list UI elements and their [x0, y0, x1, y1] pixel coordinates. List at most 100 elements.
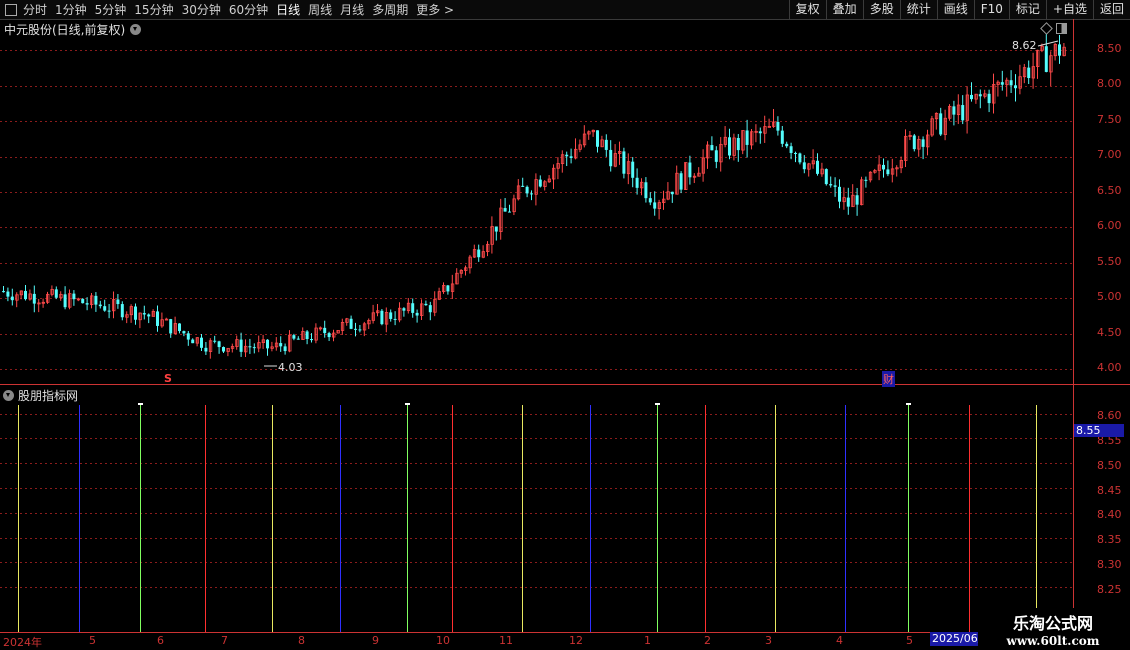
- candle-body: [283, 346, 287, 352]
- draw-line-button[interactable]: 画线: [936, 0, 974, 19]
- price-tick: 8.00: [1097, 77, 1122, 90]
- candle-body: [37, 302, 41, 305]
- candle-body: [94, 295, 98, 305]
- candle-body: [222, 347, 225, 352]
- period-tab[interactable]: 5分钟: [95, 1, 127, 18]
- period-tab[interactable]: 30分钟: [182, 1, 221, 18]
- candle-body: [398, 307, 402, 321]
- statistics-button[interactable]: 统计: [899, 0, 937, 19]
- candlestick-chart[interactable]: [0, 0, 1130, 650]
- panel-toggle-icon[interactable]: [1056, 23, 1067, 34]
- period-tab[interactable]: 分时: [23, 1, 47, 18]
- candle-body: [107, 310, 111, 312]
- candle-body: [657, 202, 661, 210]
- candle-body: [767, 126, 771, 128]
- candle-body: [785, 143, 789, 147]
- candle-body: [305, 331, 309, 340]
- candle-body: [868, 171, 873, 181]
- candle-body: [112, 299, 116, 312]
- candle-body: [917, 138, 921, 150]
- window-icon[interactable]: [5, 3, 17, 16]
- price-tick: 8.50: [1097, 42, 1122, 55]
- candle-body: [882, 164, 885, 170]
- candle-body: [763, 126, 767, 134]
- candle-body: [789, 146, 793, 153]
- candle-body: [926, 134, 930, 148]
- candle-body: [129, 306, 134, 316]
- multi-stock-button[interactable]: 多股: [862, 0, 900, 19]
- candle-body: [851, 194, 855, 208]
- candle-body: [142, 313, 146, 315]
- period-tab[interactable]: 15分钟: [134, 1, 173, 18]
- candle-body: [838, 186, 841, 202]
- chevron-down-icon[interactable]: [3, 390, 14, 401]
- candle-body: [609, 149, 613, 167]
- corner-controls: [1040, 22, 1067, 35]
- low-price-label: 4.03: [278, 361, 303, 374]
- overlay-button[interactable]: 叠加: [825, 0, 863, 19]
- period-tab[interactable]: 60分钟: [229, 1, 268, 18]
- candle-body: [635, 177, 639, 188]
- chevron-down-icon[interactable]: [130, 24, 142, 35]
- candle-body: [15, 294, 19, 301]
- candle-body: [24, 290, 27, 300]
- candle-body: [829, 184, 833, 186]
- indicator-tick: 8.25: [1097, 583, 1122, 596]
- finance-marker[interactable]: 财: [882, 371, 895, 387]
- candle-body: [596, 130, 599, 147]
- candle-body: [644, 182, 648, 199]
- candle-body: [169, 319, 173, 334]
- candle-body: [125, 314, 129, 318]
- indicator-tick: 8.30: [1097, 558, 1122, 571]
- candle-body: [670, 191, 674, 195]
- add-watchlist-button[interactable]: +自选: [1045, 0, 1093, 19]
- period-tab[interactable]: 1分钟: [55, 1, 87, 18]
- candle-body: [600, 139, 604, 148]
- candle-body: [244, 345, 248, 353]
- candle-body: [860, 179, 864, 206]
- candle-body: [534, 179, 538, 195]
- candle-body: [745, 130, 749, 145]
- period-tab-daily[interactable]: 日线: [276, 1, 300, 18]
- candle-body: [323, 327, 327, 334]
- indicator-tick-mark: [906, 403, 911, 405]
- candle-body: [604, 139, 608, 150]
- candle-body: [156, 311, 159, 326]
- candle-body: [50, 288, 54, 295]
- candle-body: [525, 186, 529, 194]
- date-tick: 5: [89, 634, 96, 647]
- candle-body: [239, 339, 243, 352]
- candle-body: [191, 339, 195, 344]
- chart-title[interactable]: 中元股份(日线,前复权): [4, 21, 142, 38]
- candle-body: [173, 323, 178, 334]
- candle-body: [613, 153, 617, 167]
- candle-body: [1036, 49, 1040, 68]
- candle-body: [147, 314, 151, 317]
- indicator-tick: 8.40: [1097, 508, 1122, 521]
- candle-body: [921, 139, 925, 147]
- candle-body: [728, 137, 731, 156]
- candle-body: [530, 193, 533, 195]
- adjust-button[interactable]: 复权: [788, 0, 826, 19]
- candle-body: [340, 321, 345, 331]
- diamond-icon[interactable]: [1040, 22, 1053, 35]
- candle-body: [472, 249, 477, 258]
- candle-body: [886, 169, 890, 175]
- price-tick: 6.00: [1097, 219, 1122, 232]
- period-tab[interactable]: 周线: [308, 1, 332, 18]
- period-tab[interactable]: 月线: [340, 1, 364, 18]
- candle-body: [420, 303, 424, 316]
- candle-body: [437, 291, 442, 300]
- mark-button[interactable]: 标记: [1008, 0, 1046, 19]
- candle-body: [873, 170, 877, 173]
- f10-button[interactable]: F10: [973, 0, 1009, 19]
- candle-body: [710, 145, 714, 151]
- candle-body: [393, 318, 397, 320]
- signal-marker[interactable]: S: [164, 372, 172, 385]
- back-button[interactable]: 返回: [1092, 0, 1130, 19]
- indicator-title[interactable]: 股朋指标网: [3, 387, 78, 404]
- period-tab[interactable]: 多周期: [372, 1, 408, 18]
- more-menu[interactable]: 更多 >: [416, 1, 454, 18]
- candle-body: [1031, 66, 1035, 79]
- candle-body: [684, 162, 688, 190]
